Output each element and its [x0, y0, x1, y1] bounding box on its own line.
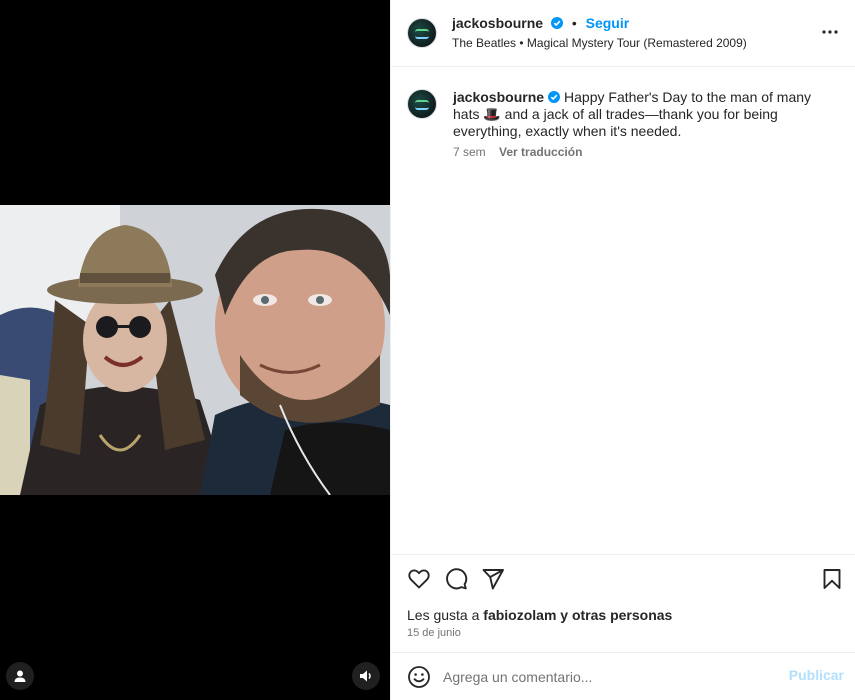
post-media[interactable]	[0, 0, 390, 700]
heart-icon[interactable]	[407, 567, 431, 591]
separator-dot: •	[571, 15, 577, 31]
user-tag-icon	[14, 670, 26, 682]
post-header: jackosbourne • Seguir The Beatles • Magi…	[391, 0, 855, 67]
music-attribution[interactable]: The Beatles • Magical Mystery Tour (Rema…	[452, 36, 747, 50]
header-user-line: jackosbourne • Seguir	[452, 15, 629, 31]
more-options-button[interactable]	[820, 22, 840, 42]
publish-button[interactable]: Publicar	[789, 667, 844, 683]
post-date[interactable]: 15 de junio	[407, 627, 461, 639]
follow-button[interactable]: Seguir	[586, 15, 630, 31]
post-photo[interactable]	[0, 205, 390, 495]
add-comment-bar: Publicar	[391, 652, 855, 700]
comment-icon[interactable]	[444, 567, 468, 591]
caption-username[interactable]: jackosbourne	[453, 89, 544, 105]
caption-meta: 7 sem Ver traducción	[453, 145, 582, 159]
post-side-panel: jackosbourne • Seguir The Beatles • Magi…	[390, 0, 855, 700]
caption-age: 7 sem	[453, 145, 486, 159]
comment-input[interactable]	[443, 665, 773, 689]
action-bar: Les gusta a fabiozolam y otras personas …	[391, 554, 855, 652]
header-username[interactable]: jackosbourne	[452, 15, 543, 31]
likes-others-link[interactable]: y otras personas	[560, 607, 672, 623]
likes-summary: Les gusta a fabiozolam y otras personas	[407, 607, 672, 623]
avatar[interactable]	[407, 18, 437, 48]
photo-illustration	[0, 205, 390, 495]
caption-avatar[interactable]	[407, 89, 437, 119]
likes-prefix: Les gusta a	[407, 607, 480, 623]
audio-icon	[360, 670, 371, 682]
emoji-icon[interactable]	[407, 665, 431, 689]
more-options-icon	[822, 30, 838, 34]
user-tag-button[interactable]	[6, 662, 34, 690]
comments-section: jackosbourne Happy Father's Day to the m…	[391, 67, 855, 554]
verified-badge-icon	[548, 91, 561, 103]
see-translation-link[interactable]: Ver traducción	[499, 145, 582, 159]
liked-by-user[interactable]: fabiozolam	[483, 607, 556, 623]
share-icon[interactable]	[481, 567, 505, 591]
caption: jackosbourne Happy Father's Day to the m…	[453, 89, 833, 140]
verified-badge-icon	[550, 17, 563, 29]
audio-toggle-button[interactable]	[352, 662, 380, 690]
bookmark-icon[interactable]	[820, 567, 844, 591]
